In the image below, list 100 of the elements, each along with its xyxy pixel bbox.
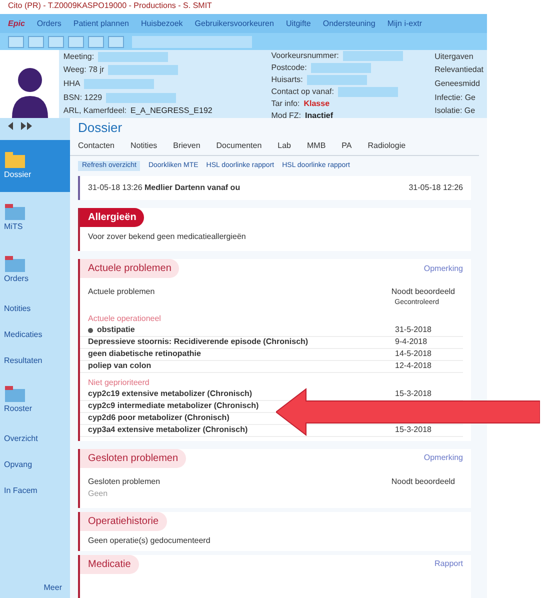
header-label: Postcode:	[271, 62, 307, 74]
group-header: Actuele operationeel	[87, 312, 162, 324]
folder-icon	[4, 151, 26, 169]
section-title[interactable]: Gesloten problemen	[80, 448, 186, 468]
surgery-text: Geen operatie(s) gedocumenteerd	[87, 534, 212, 546]
toolbar-icon[interactable]	[48, 36, 64, 48]
problem-name[interactable]: geen diabetische retinopathie	[88, 348, 201, 360]
more-button[interactable]: Meer	[36, 582, 70, 594]
sidebar-item[interactable]: Rooster	[0, 374, 70, 426]
problem-name[interactable]: cyp2c19 extensive metabolizer (Chronisch)	[88, 388, 252, 400]
toolbar-button[interactable]: Epic	[8, 18, 25, 30]
tab[interactable]: PA	[342, 140, 352, 152]
header-label: Uitergaven	[434, 50, 474, 63]
folder-icon	[4, 385, 26, 403]
problem-date: 12-4-2018	[395, 360, 432, 372]
tab[interactable]: Lab	[278, 140, 291, 152]
column-header: Noodt beoordeeld	[391, 476, 455, 488]
problem-name[interactable]: cyp3a4 extensive metabolizer (Chronisch)	[88, 424, 248, 436]
header-value: E_A_NEGRESS_E192	[130, 105, 212, 118]
section-title[interactable]: Actuele problemen	[80, 259, 180, 278]
sidebar-item[interactable]: In Facem	[0, 478, 70, 504]
folder-icon	[4, 203, 26, 221]
section-title[interactable]: Allergieën	[80, 208, 144, 227]
patient-avatar	[0, 50, 60, 118]
sidebar-item[interactable]: Resultaten	[0, 348, 70, 374]
redacted-bar	[106, 92, 176, 103]
toolbar-icon[interactable]	[8, 36, 24, 48]
empty-text: Geen	[87, 488, 109, 500]
allergy-text: Voor zover bekend geen medicatieallergieën	[87, 231, 247, 243]
toolbar-icon[interactable]	[108, 36, 124, 48]
problem-name[interactable]: cyp2d6 poor metabolizer (Chronisch)	[88, 412, 230, 424]
window-title: Cito (PR) - T.Z0009KASPO19000 - Productions - S. SMIT	[7, 0, 213, 12]
header-label: ARL, Kamerfdeel:	[63, 105, 127, 118]
sidebar-item[interactable]: Orders	[0, 244, 70, 296]
section-link[interactable]: Opmerking	[424, 262, 463, 274]
folder-icon	[4, 255, 26, 273]
nav-arrows-icon[interactable]	[8, 122, 32, 130]
redacted-bar	[342, 51, 403, 61]
column-header: Gesloten problemen	[88, 476, 160, 488]
tab[interactable]: Contacten	[78, 140, 114, 152]
header-label: Relevantiedat	[434, 64, 483, 76]
sidebar-item[interactable]: Opvang	[0, 452, 70, 478]
problem-name[interactable]: Depressieve stoornis: Recidiverende episode (Chronisch)	[88, 336, 308, 348]
problem-date: 15-3-2018	[395, 424, 432, 436]
section-title[interactable]: Operatiehistorie	[80, 512, 167, 530]
header-label: Geneesmidd	[434, 78, 481, 90]
problem-name[interactable]: poliep van colon	[88, 360, 152, 372]
header-label: HHA	[63, 78, 80, 90]
redacted-bar	[84, 78, 154, 89]
toolbar-icon[interactable]	[28, 36, 44, 48]
problem-date: 31-5-2018	[395, 324, 432, 336]
toolbar-button[interactable]: Huisbezoek	[140, 18, 183, 30]
redacted-bar	[98, 52, 168, 62]
toolbar-button[interactable]: Uitgifte	[286, 18, 311, 30]
priority-icon	[88, 328, 93, 332]
header-label: Weeg: 78 jr	[63, 64, 104, 76]
header-label: Isolatie: Ge	[434, 105, 476, 118]
section-link[interactable]: Opmerking	[424, 452, 463, 464]
header-value: Inactief	[305, 110, 334, 122]
problem-date: 14-5-2018	[395, 348, 432, 360]
group-header: Niet geprioriteerd	[87, 376, 150, 388]
tab[interactable]: Notities	[130, 140, 158, 152]
header-label: Infectie: Ge	[434, 92, 477, 104]
problem-date: 15-3-2018	[395, 388, 432, 400]
toolbar-button[interactable]: Mijn i-extr	[387, 18, 422, 30]
activity-title: Dossier	[77, 119, 124, 136]
toolbar-icon[interactable]	[68, 36, 84, 48]
problem-name[interactable]: cyp2c9 intermediate metabolizer (Chronisch)	[88, 400, 259, 412]
tab[interactable]: Documenten	[216, 140, 262, 152]
toolbar-button[interactable]: Orders	[36, 18, 62, 30]
toolbar-button[interactable]: Gebruikersvoorkeuren	[194, 18, 274, 30]
sidebar-item[interactable]: Notities	[0, 296, 70, 322]
header-label: Voorkeursnummer:	[271, 50, 339, 62]
note-time: 31-05-18 13:26	[88, 183, 142, 192]
section-link[interactable]: Rapport	[434, 558, 463, 570]
header-label: Meeting:	[63, 50, 94, 63]
header-label: Mod FZ:	[271, 110, 302, 122]
header-value: Klasse	[304, 98, 330, 110]
redacted-bar	[108, 65, 178, 76]
toolbar-button[interactable]: Patient plannen	[73, 18, 129, 30]
sidebar-item[interactable]: Medicaties	[0, 322, 70, 348]
problem-date: 9-4-2018	[395, 336, 428, 348]
column-header: Noodt beoordeeld	[391, 286, 455, 298]
redacted-bar	[306, 75, 367, 85]
sidebar-item[interactable]: Overzicht	[0, 426, 70, 452]
sidebar-item[interactable]: Dossier	[0, 140, 70, 192]
header-label: Contact op vanaf:	[271, 86, 334, 98]
problem-name[interactable]: obstipatie	[97, 324, 135, 336]
redacted-bar	[310, 63, 371, 73]
sidebar-item[interactable]: MiTS	[0, 192, 70, 244]
note-text: Medlier Dartenn vanaf ou	[144, 183, 240, 192]
header-label: Huisarts:	[271, 74, 303, 86]
note-time: 31-05-18 12:26	[408, 182, 463, 194]
toolbar-icon[interactable]	[88, 36, 104, 48]
tab[interactable]: Brieven	[173, 140, 200, 152]
tab[interactable]: Radiologie	[368, 140, 406, 152]
tab[interactable]: MMB	[307, 140, 326, 152]
toolbar-button[interactable]: Ondersteuning	[322, 18, 376, 30]
search-field[interactable]	[132, 36, 252, 48]
section-title[interactable]: Medicatie	[80, 554, 139, 574]
